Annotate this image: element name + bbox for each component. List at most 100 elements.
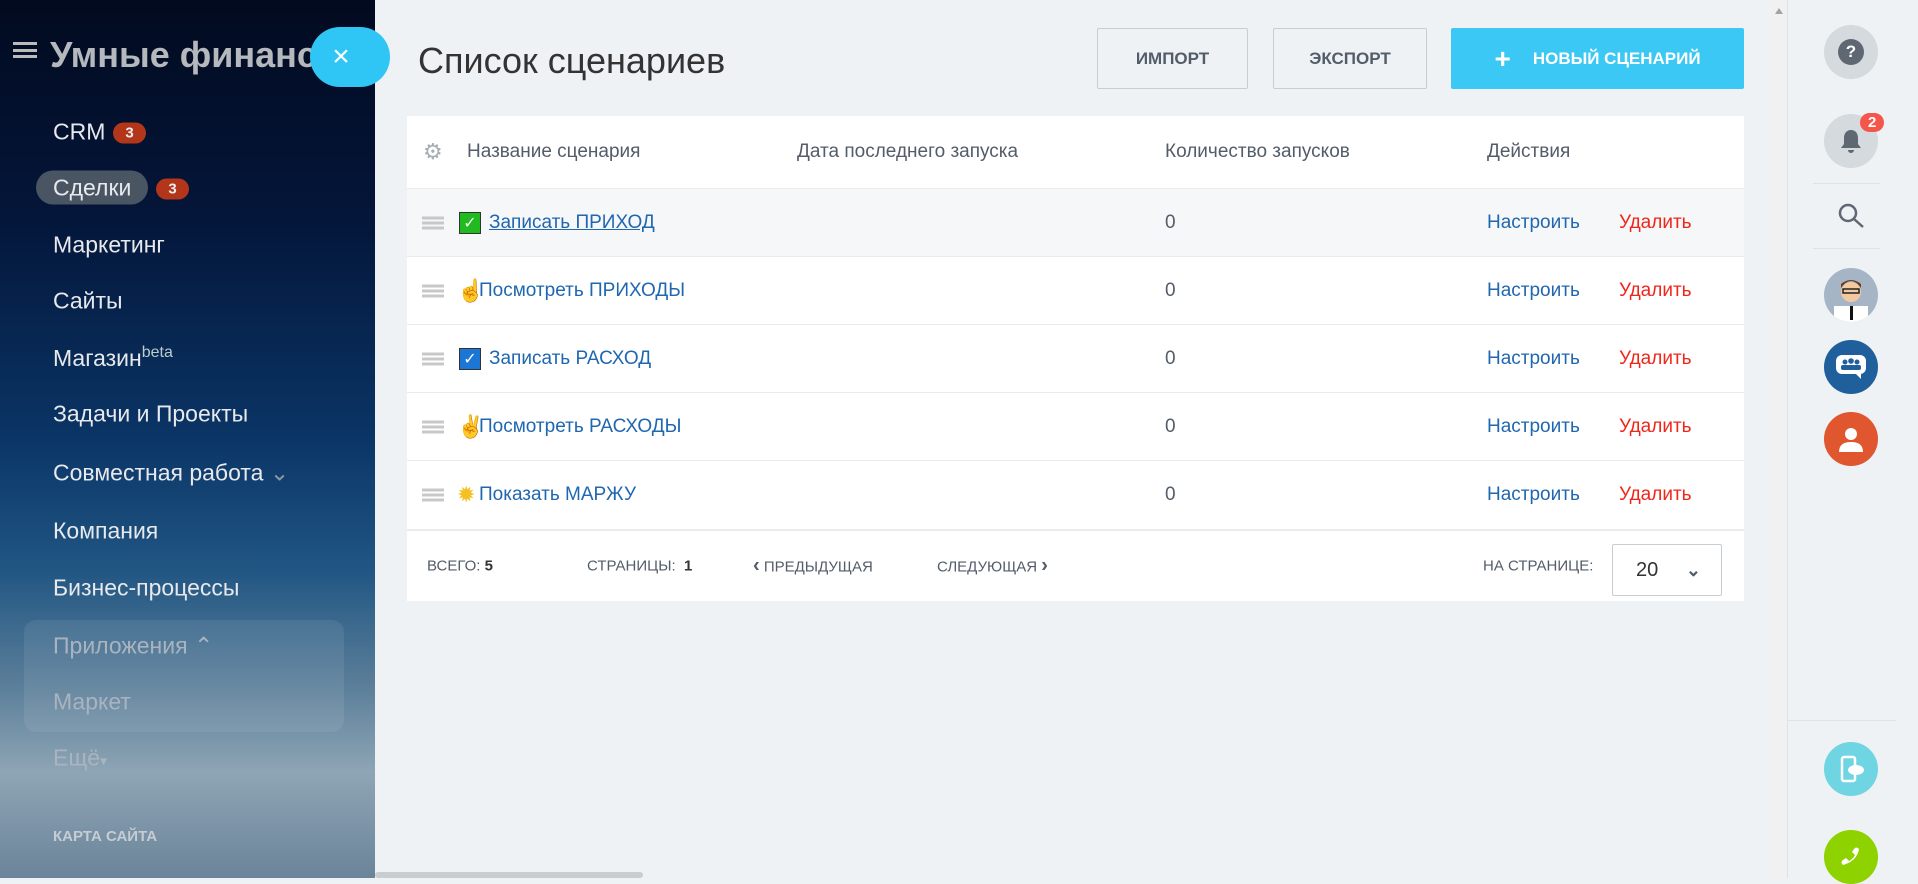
column-header-actions: Действия <box>1487 141 1571 162</box>
run-count: 0 <box>1165 415 1176 437</box>
divider <box>1813 248 1880 249</box>
sidebar-item-label: Магазин <box>53 344 142 371</box>
sitemap-link[interactable]: КАРТА САЙТА <box>53 828 157 845</box>
sidebar-item-apps[interactable]: Приложения ⌃ <box>53 633 213 660</box>
next-page-link[interactable]: СЛЕДУЮЩАЯ › <box>937 555 1048 578</box>
contact-button[interactable] <box>1824 412 1878 466</box>
mobile-cloud-button[interactable] <box>1824 742 1878 796</box>
drag-handle-icon[interactable] <box>422 420 444 433</box>
run-count: 0 <box>1165 279 1176 301</box>
delete-link[interactable]: Удалить <box>1619 416 1692 438</box>
chevron-left-icon: ‹ <box>753 554 760 577</box>
sidebar-item-shop[interactable]: Магазинbeta <box>53 344 173 372</box>
divider <box>1813 183 1880 184</box>
scenario-name-link[interactable]: ✌Посмотреть РАСХОДЫ <box>457 415 681 437</box>
pages-info: СТРАНИЦЫ: 1 <box>587 558 692 575</box>
scroll-up-arrow-icon[interactable] <box>1775 8 1783 14</box>
delete-link[interactable]: Удалить <box>1619 212 1692 234</box>
vertical-scrollbar[interactable] <box>1771 0 1787 878</box>
total-value: 5 <box>484 557 493 575</box>
new-scenario-button[interactable]: + НОВЫЙ СЦЕНАРИЙ <box>1451 28 1744 89</box>
help-button[interactable]: ? <box>1824 25 1878 79</box>
sidebar-item-deals[interactable]: Сделки 3 <box>36 170 189 205</box>
table-row: ✌Посмотреть РАСХОДЫ 0 Настроить Удалить <box>407 392 1744 460</box>
column-header-name[interactable]: Название сценария <box>467 141 640 163</box>
scenario-name-link[interactable]: ✹ Показать МАРЖУ <box>457 483 636 505</box>
drag-handle-icon[interactable] <box>422 352 444 365</box>
scenario-name: Записать ПРИХОД <box>489 211 655 233</box>
search-icon <box>1838 203 1864 228</box>
sidebar-item-marketing[interactable]: Маркетинг <box>53 232 165 259</box>
sidebar-item-label: CRM <box>53 118 106 145</box>
configure-link[interactable]: Настроить <box>1487 348 1580 370</box>
divider <box>1788 720 1896 721</box>
current-page: 1 <box>684 557 693 575</box>
sidebar-item-label: Ещё <box>53 744 101 771</box>
total-count: ВСЕГО: 5 <box>427 558 493 575</box>
sidebar-item-sites[interactable]: Сайты <box>53 288 123 315</box>
configure-link[interactable]: Настроить <box>1487 280 1580 302</box>
prev-page-link[interactable]: ‹ ПРЕДЫДУЩАЯ <box>753 555 873 578</box>
scenarios-table: ⚙ Название сценария Дата последнего запу… <box>407 116 1744 601</box>
scenario-name-link[interactable]: ☝Посмотреть ПРИХОДЫ <box>457 279 685 301</box>
scenario-name: Посмотреть ПРИХОДЫ <box>479 279 686 301</box>
sidebar-item-more[interactable]: Ещё▾ <box>53 745 107 772</box>
table-row: ✹ Показать МАРЖУ 0 Настроить Удалить <box>407 460 1744 528</box>
drag-handle-icon[interactable] <box>422 216 444 229</box>
scenario-name-link[interactable]: ✓ Записать ПРИХОД <box>459 211 655 234</box>
table-row: ✓ Записать РАСХОД 0 Настроить Удалить <box>407 324 1744 392</box>
configure-link[interactable]: Настроить <box>1487 416 1580 438</box>
delete-link[interactable]: Удалить <box>1619 348 1692 370</box>
run-count: 0 <box>1165 211 1176 233</box>
scenario-name: Посмотреть РАСХОДЫ <box>479 415 682 437</box>
column-header-date[interactable]: Дата последнего запуска <box>797 141 1018 163</box>
drag-handle-icon[interactable] <box>422 284 444 297</box>
counter-badge: 3 <box>156 178 189 200</box>
drag-handle-icon[interactable] <box>422 488 444 501</box>
sidebar-item-label: Сделки <box>36 170 149 205</box>
plus-icon: + <box>1494 42 1511 74</box>
sidebar-item-crm[interactable]: CRM 3 <box>53 119 146 146</box>
chevron-down-icon: ⌄ <box>269 459 290 486</box>
sidebar-item-bizproc[interactable]: Бизнес-процессы <box>53 575 239 602</box>
import-button[interactable]: ИМПОРТ <box>1097 28 1248 89</box>
help-icon: ? <box>1838 39 1864 65</box>
sidebar-item-company[interactable]: Компания <box>53 518 158 545</box>
configure-link[interactable]: Настроить <box>1487 484 1580 506</box>
scenario-name-link[interactable]: ✓ Записать РАСХОД <box>459 347 652 370</box>
search-button[interactable] <box>1824 189 1878 243</box>
configure-link[interactable]: Настроить <box>1487 212 1580 234</box>
per-page-value: 20 <box>1636 558 1659 581</box>
button-label: НОВЫЙ СЦЕНАРИЙ <box>1532 48 1701 68</box>
settings-gear-icon[interactable]: ⚙ <box>423 139 443 165</box>
delete-link[interactable]: Удалить <box>1619 280 1692 302</box>
sidebar-item-market[interactable]: Маркет <box>53 689 131 716</box>
sidebar-item-collaboration[interactable]: Совместная работа ⌄ <box>53 460 289 487</box>
export-button[interactable]: ЭКСПОРТ <box>1273 28 1427 89</box>
menu-icon[interactable] <box>13 42 37 58</box>
close-button[interactable]: × <box>310 27 390 87</box>
per-page-select[interactable]: 20 ⌄ <box>1612 544 1722 596</box>
group-chat-button[interactable] <box>1824 340 1878 394</box>
per-page-label: НА СТРАНИЦЕ: <box>1483 557 1594 575</box>
user-avatar[interactable] <box>1824 268 1878 322</box>
chevron-down-icon: ⌄ <box>1685 559 1701 580</box>
phone-icon <box>1841 847 1859 865</box>
scenario-emoji-icon: ✓ <box>459 211 481 234</box>
scenario-name: Записать РАСХОД <box>489 347 652 369</box>
close-icon: × <box>332 40 350 73</box>
chat-group-icon <box>1836 355 1866 379</box>
total-label: ВСЕГО: <box>427 557 481 575</box>
portal-title[interactable]: Умные финансы <box>50 34 348 76</box>
run-count: 0 <box>1165 347 1176 369</box>
delete-link[interactable]: Удалить <box>1619 484 1692 506</box>
run-count: 0 <box>1165 483 1176 505</box>
horizontal-scrollbar[interactable] <box>375 872 643 878</box>
page-title: Список сценариев <box>418 40 726 81</box>
sidebar-item-tasks[interactable]: Задачи и Проекты <box>53 401 248 428</box>
left-sidebar: Умные финансы CRM 3 Сделки 3 Маркетинг Сай… <box>0 0 375 878</box>
chevron-up-icon: ⌃ <box>193 632 214 659</box>
column-header-count[interactable]: Количество запусков <box>1165 141 1350 163</box>
caret-down-icon: ▾ <box>100 752 108 769</box>
call-button[interactable] <box>1824 830 1878 884</box>
